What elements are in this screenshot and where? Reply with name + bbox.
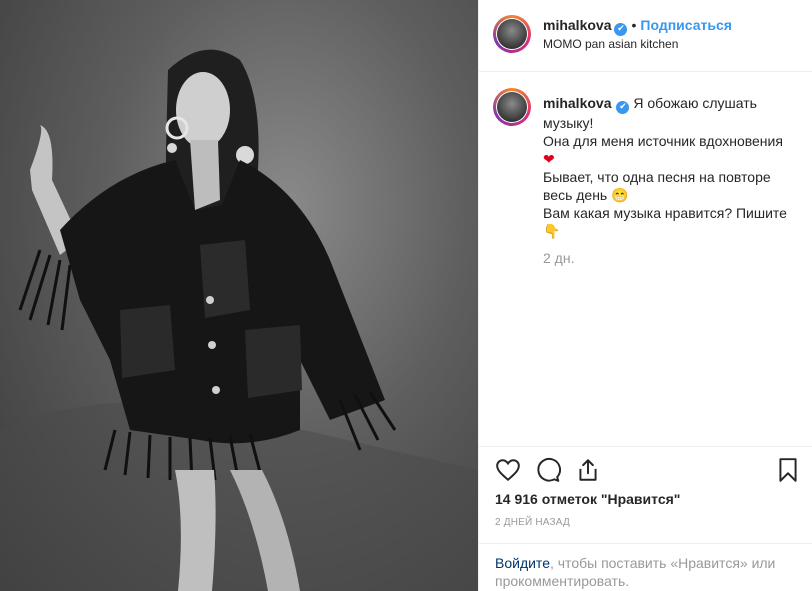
point-down-emoji-icon: 👇 [543, 223, 561, 239]
likes-count[interactable]: 14 916 отметок "Нравится" [495, 491, 680, 507]
header-user-row: mihalkova ✔ • Подписаться [543, 17, 732, 36]
post-photo[interactable] [0, 0, 478, 591]
caption-verified-icon: ✔ [616, 101, 630, 114]
login-prompt-text: Войдите, чтобы поставить «Нравится» или … [495, 554, 795, 590]
bookmark-icon[interactable] [775, 457, 801, 483]
username-link[interactable]: mihalkova [543, 17, 611, 33]
caption-avatar[interactable] [493, 88, 531, 126]
comment-icon[interactable] [535, 457, 561, 483]
heart-emoji-icon: ❤ [543, 151, 555, 167]
post-side-panel: mihalkova ✔ • Подписаться MOMO pan asian ki… [478, 0, 812, 591]
caption-time[interactable]: 2 дн. [543, 250, 574, 266]
login-link[interactable]: Войдите [495, 555, 550, 571]
grin-emoji-icon: 😁 [611, 187, 629, 203]
post-header: mihalkova ✔ • Подписаться MOMO pan asian ki… [479, 0, 812, 72]
follow-button[interactable]: Подписаться [640, 17, 732, 33]
location-link[interactable]: MOMO pan asian kitchen [543, 37, 678, 51]
caption-line-2: Она для меня источник вдохновения ❤ [543, 133, 783, 167]
caption-text: mihalkova ✔ Я обожаю слушать музыку! Она … [543, 94, 793, 240]
verified-icon: ✔ [614, 23, 628, 36]
share-icon[interactable] [575, 457, 601, 483]
caption-username[interactable]: mihalkova [543, 95, 611, 111]
actions-section: 14 916 отметок "Нравится" 2 ДНЕЙ НАЗАД В… [479, 446, 812, 590]
heart-icon[interactable] [495, 457, 521, 483]
separator-dot: • [631, 17, 637, 33]
post-timestamp[interactable]: 2 ДНЕЙ НАЗАД [495, 517, 570, 528]
caption-line-3: Бывает, что одна песня на повторе весь д… [543, 169, 771, 203]
post-photo-illustration [0, 49, 478, 591]
login-prompt: Войдите, чтобы поставить «Нравится» или … [479, 543, 812, 591]
avatar[interactable] [493, 15, 531, 53]
caption-line-4: Вам какая музыка нравится? Пишите 👇 [543, 205, 787, 239]
